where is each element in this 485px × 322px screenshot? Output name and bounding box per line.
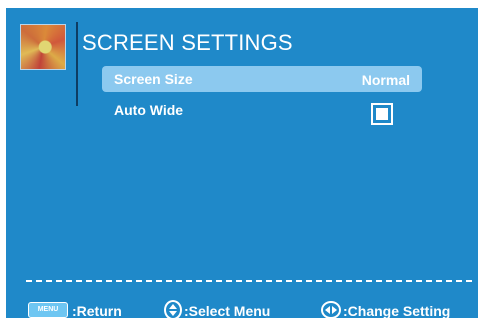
menu-item-screen-size[interactable]: Screen Size Normal xyxy=(102,66,422,92)
up-down-arrows-icon xyxy=(164,300,182,320)
left-right-arrows-icon xyxy=(321,301,341,319)
settings-picture-icon xyxy=(20,24,66,70)
menu-item-auto-wide[interactable]: Auto Wide xyxy=(102,97,422,125)
header-divider xyxy=(76,22,78,106)
page-title: SCREEN SETTINGS xyxy=(82,30,293,55)
change-setting-hint: :Change Setting xyxy=(343,303,451,319)
menu-key-icon: MENU xyxy=(28,302,68,318)
menu-item-value: Normal xyxy=(361,72,410,88)
footer-divider xyxy=(26,280,472,282)
menu-item-label: Screen Size xyxy=(114,71,193,87)
return-hint: :Return xyxy=(72,303,122,319)
menu-item-label: Auto Wide xyxy=(114,102,184,118)
auto-wide-checkbox[interactable] xyxy=(371,103,393,125)
checkbox-fill xyxy=(376,108,388,120)
select-menu-hint: :Select Menu xyxy=(184,303,271,319)
footer-hints: MENU :Return :Select Menu :Change Settin… xyxy=(26,300,476,322)
osd-panel: SCREEN SETTINGS Screen Size Normal Auto … xyxy=(6,8,478,320)
